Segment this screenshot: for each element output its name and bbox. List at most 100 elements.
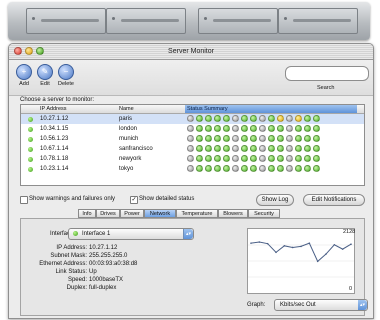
server-status-icon <box>28 127 33 132</box>
field-value: 1000baseTX <box>89 277 124 283</box>
status-indicator-icon <box>259 125 266 132</box>
graph-select-value: Kbits/sec Out <box>280 302 316 308</box>
show-log-button[interactable]: Show Log <box>256 194 294 206</box>
status-indicator-icon <box>304 145 311 152</box>
status-indicator-icon <box>223 135 230 142</box>
field-key: Subnet Mask: <box>50 253 87 259</box>
zoom-window-button[interactable] <box>36 47 44 55</box>
delete-button[interactable]: − Delete <box>56 64 76 87</box>
status-indicator-icon <box>250 135 257 142</box>
field-subnet-mask: Subnet Mask: 255.255.255.0 <box>50 253 128 259</box>
edit-button[interactable]: ✎ Edit <box>35 64 55 87</box>
edit-notifications-button[interactable]: Edit Notifications <box>303 194 365 206</box>
status-indicator-icon <box>304 125 311 132</box>
status-indicator-icon <box>232 145 239 152</box>
column-header-status[interactable]: Status Summary <box>185 105 357 113</box>
status-indicator-icon <box>205 145 212 152</box>
server-status-icon <box>28 117 33 122</box>
status-indicator-icon <box>223 165 230 172</box>
graph-point <box>325 253 327 255</box>
choose-server-prompt: Choose a server to monitor: <box>20 97 95 103</box>
status-indicator-icon <box>286 115 293 122</box>
status-indicator-icon <box>205 115 212 122</box>
tab-network[interactable]: Network <box>144 209 176 218</box>
close-window-button[interactable] <box>14 47 22 55</box>
status-indicator-icon <box>187 165 194 172</box>
updown-arrows-icon: ▴▾ <box>183 229 193 239</box>
field-ip-address: IP Address: 10.27.1.12 <box>56 245 117 251</box>
status-indicator-icon <box>214 125 221 132</box>
add-button[interactable]: + Add <box>14 64 34 87</box>
status-indicator-icon <box>277 165 284 172</box>
status-indicator-icon <box>214 115 221 122</box>
tab-drives[interactable]: Drives <box>96 209 120 218</box>
status-indicator-icon <box>286 155 293 162</box>
interface-status-icon <box>73 231 78 236</box>
search-label: Search <box>317 85 335 91</box>
status-indicator-icon <box>241 155 248 162</box>
status-indicator-icon <box>313 165 320 172</box>
graph-select[interactable]: Kbits/sec Out ▴▾ <box>274 299 368 311</box>
tab-blowers[interactable]: Blowers <box>218 209 248 218</box>
warnings-only-checkbox[interactable] <box>20 196 28 204</box>
tab-temperature[interactable]: Temperature <box>176 209 218 218</box>
field-value: Up <box>89 269 97 275</box>
window-title: Server Monitor <box>168 48 214 55</box>
detailed-status-checkbox[interactable]: ✓ <box>130 196 138 204</box>
table-row[interactable]: 10.27.1.12 paris <box>21 114 364 124</box>
table-row[interactable]: 10.23.1.14 tokyo <box>21 164 364 174</box>
detailed-status-label: Show detailed status <box>139 196 195 202</box>
field-value: 00:03:93:a0:38:d8 <box>89 261 138 267</box>
row-ip: 10.34.1.15 <box>40 126 69 132</box>
drive-bay <box>106 8 186 34</box>
status-indicator-icon <box>223 155 230 162</box>
toolbar: + Add ✎ Edit − Delete Search <box>9 60 373 96</box>
title-bar: Server Monitor <box>9 44 373 60</box>
table-row[interactable]: 10.56.1.23 munich <box>21 134 364 144</box>
table-row[interactable]: 10.67.1.14 sanfrancisco <box>21 144 364 154</box>
status-indicator-icon <box>277 155 284 162</box>
status-indicator-icon <box>196 125 203 132</box>
status-indicator-icon <box>205 165 212 172</box>
search-input[interactable] <box>285 66 369 81</box>
status-indicator-icon <box>187 135 194 142</box>
status-indicator-icon <box>313 145 320 152</box>
row-ip: 10.23.1.14 <box>40 166 69 172</box>
table-row[interactable]: 10.78.1.18 newyork <box>21 154 364 164</box>
graph-point <box>266 242 269 245</box>
status-indicator-icon <box>250 145 257 152</box>
status-indicator-icon <box>196 145 203 152</box>
field-value: 255.255.255.0 <box>89 253 128 259</box>
warnings-only-label: Show warnings and failures only <box>29 196 116 202</box>
status-indicator-icon <box>223 125 230 132</box>
minimize-window-button[interactable] <box>25 47 33 55</box>
edit-label: Edit <box>40 81 50 87</box>
table-row[interactable]: 10.34.1.15 london <box>21 124 364 134</box>
status-indicator-icon <box>286 165 293 172</box>
graph-point <box>258 241 261 243</box>
column-header-ip[interactable]: IP Address <box>40 106 67 112</box>
status-indicator-icon <box>268 145 275 152</box>
graph-point <box>250 242 252 244</box>
graph-max-label: 2128 <box>343 229 356 235</box>
row-name: london <box>119 126 138 132</box>
interface-select[interactable]: Interface 1 ▴▾ <box>68 228 194 240</box>
status-indicator-icon <box>304 115 311 122</box>
column-header-name[interactable]: Name <box>119 106 134 112</box>
status-indicator-icon <box>214 145 221 152</box>
field-key: Duplex: <box>66 285 87 291</box>
status-indicator-icon <box>295 125 302 132</box>
row-name: sanfrancisco <box>119 146 153 152</box>
status-indicator-icon <box>205 125 212 132</box>
tab-info[interactable]: Info <box>78 209 96 218</box>
field-key: IP Address: <box>56 245 87 251</box>
status-indicator-icon <box>277 115 284 122</box>
status-indicator-icon <box>196 165 203 172</box>
status-indicator-icon <box>214 165 221 172</box>
status-indicator-icon <box>295 145 302 152</box>
field-ethernet-address: Ethernet Address: 00:03:93:a0:38:d8 <box>39 261 138 267</box>
status-indicator-icon <box>232 125 239 132</box>
tab-power[interactable]: Power <box>120 209 144 218</box>
status-indicator-icon <box>214 135 221 142</box>
tab-security[interactable]: Security <box>248 209 280 218</box>
